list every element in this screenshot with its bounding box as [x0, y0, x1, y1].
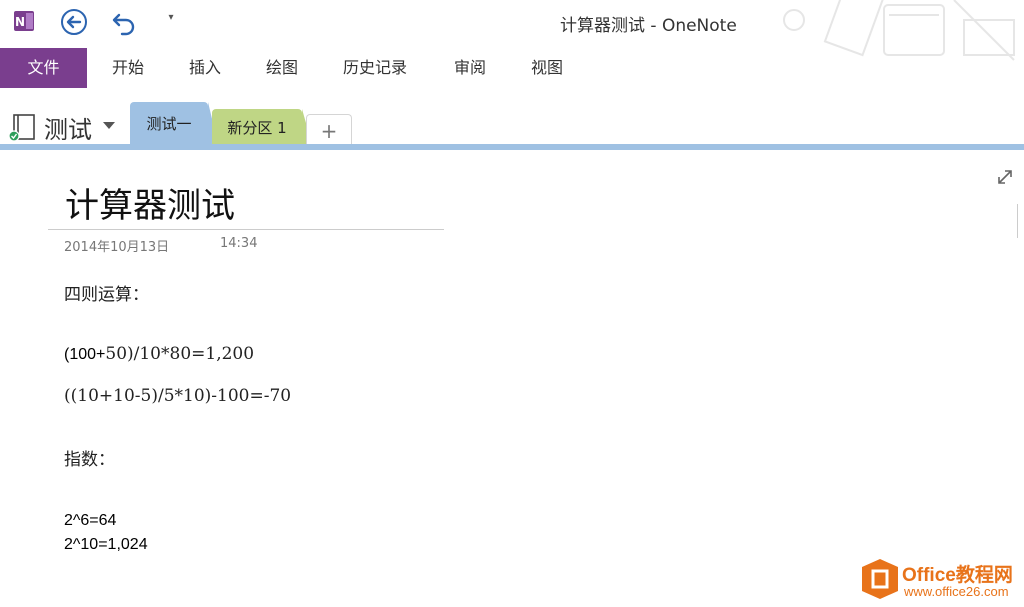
exponent-line-1[interactable]: 2^6=64	[64, 512, 116, 530]
page-date: 2014年10月13日	[64, 240, 170, 255]
tab-review[interactable]: 审阅	[454, 48, 486, 88]
tab-file[interactable]: 文件	[0, 48, 87, 88]
notebook-navigation: 测试 测试一 新分区 1 +	[0, 100, 1024, 238]
notebook-name[interactable]: 测试	[44, 110, 92, 145]
window-title: 计算器测试 - OneNote	[560, 16, 737, 36]
expression-1-rest: 50)/10*80=1,200	[105, 344, 255, 364]
title-underline	[48, 229, 444, 230]
undo-button[interactable]	[110, 8, 138, 36]
notebook-dropdown-icon[interactable]	[103, 122, 115, 129]
watermark: Office教程网 www.office26.com	[860, 555, 1024, 605]
office-logo-icon	[862, 559, 898, 599]
page-pane-edge	[1017, 204, 1024, 238]
ribbon-tabs: 文件 开始 插入 绘图 历史记录 审阅 视图	[0, 48, 1024, 88]
customize-quick-access-button[interactable]: ▾	[164, 12, 178, 26]
back-button[interactable]	[60, 8, 88, 36]
heading-arithmetic[interactable]: 四则运算：	[64, 280, 149, 305]
section-tab-test-1[interactable]: 测试一	[130, 102, 218, 144]
exponent-line-2[interactable]: 2^10=1,024	[64, 536, 148, 554]
tab-home[interactable]: 开始	[112, 48, 144, 88]
tab-draw[interactable]: 绘图	[266, 48, 298, 88]
onenote-logo-icon: N	[14, 11, 34, 31]
svg-text:N: N	[15, 15, 25, 29]
section-tab-new-section-1[interactable]: 新分区 1	[212, 109, 312, 144]
expand-icon[interactable]	[996, 168, 1014, 186]
page-title[interactable]: 计算器测试	[65, 178, 235, 227]
title-bar: N ▾ 计算器测试 - OneNote	[0, 0, 1024, 61]
tab-view[interactable]: 视图	[531, 48, 563, 88]
section-color-strip	[0, 144, 1024, 150]
expression-line-1[interactable]: (100+50)/10*80=1,200	[64, 344, 254, 364]
expression-1-prefix: (100+	[64, 346, 106, 363]
page-time: 14:34	[220, 236, 258, 251]
watermark-brand: Office教程网	[902, 565, 1013, 586]
watermark-url: www.office26.com	[904, 584, 1009, 599]
expression-line-2[interactable]: ((10+10-5)/5*10)-100=-70	[64, 386, 291, 406]
heading-exponent[interactable]: 指数：	[64, 445, 115, 470]
add-section-button[interactable]: +	[306, 114, 352, 145]
tab-history[interactable]: 历史记录	[343, 48, 407, 88]
notebook-icon[interactable]	[8, 112, 38, 142]
tab-insert[interactable]: 插入	[189, 48, 221, 88]
